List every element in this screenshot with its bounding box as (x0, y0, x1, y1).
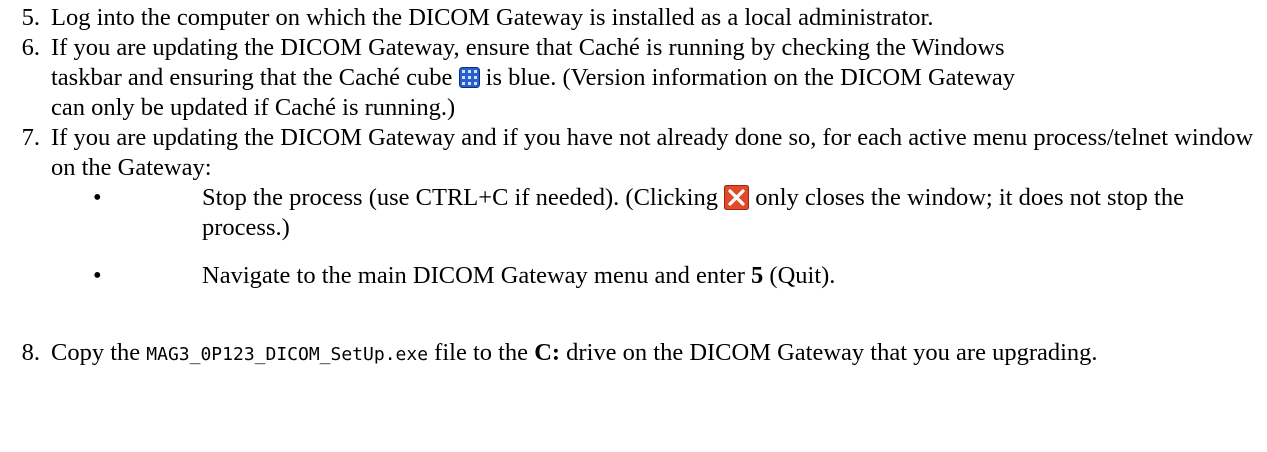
document-page: 5. Log into the computer on which the DI… (0, 0, 1267, 452)
bullet-text: Stop the process (use CTRL+C if needed).… (202, 183, 1262, 243)
bullet-text-part: Stop the process (use CTRL+C if needed).… (202, 184, 718, 211)
step-number: 5. (21, 4, 40, 31)
setup-file-name: MAG3_0P123_DICOM_SetUp.exe (146, 344, 429, 365)
close-window-icon (724, 185, 750, 210)
drive-letter: C: (534, 339, 561, 366)
step-number: 6. (21, 34, 40, 61)
bullet-symbol: • (93, 184, 102, 211)
step-text: If you are updating the DICOM Gateway an… (51, 124, 1254, 181)
step-number: 7. (21, 124, 40, 151)
bullet-text-part: (Quit). (769, 262, 836, 289)
step-text: Log into the computer on which the DICOM… (51, 4, 934, 31)
bullet-symbol: • (93, 262, 102, 289)
bullet-text: Navigate to the main DICOM Gateway menu … (202, 261, 1262, 291)
bullet-text-part: Navigate to the main DICOM Gateway menu … (202, 262, 745, 289)
step-text: Copy the MAG3_0P123_DICOM_SetUp.exe file… (51, 338, 1261, 370)
step-text: If you are updating the DICOM Gateway, e… (51, 33, 1051, 123)
step-text-part: file to the (434, 339, 529, 366)
step-number: 8. (21, 339, 40, 366)
menu-option-number: 5 (751, 262, 764, 289)
step-text-part: drive on the DICOM Gateway that you are … (566, 339, 1098, 366)
cache-cube-icon (458, 67, 480, 88)
step-text-part: Copy the (51, 339, 141, 366)
